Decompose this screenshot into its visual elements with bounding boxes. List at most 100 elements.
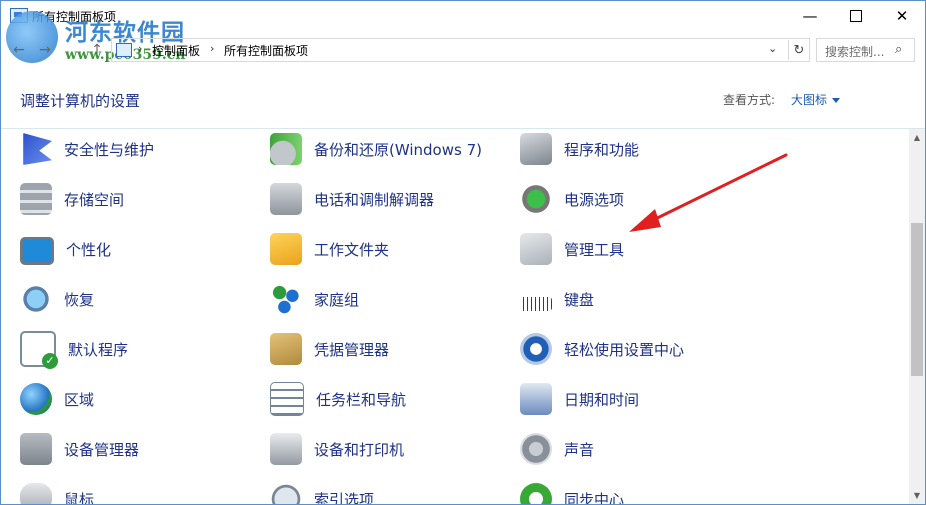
vertical-scrollbar[interactable]: ▲ ▼ [909,129,925,504]
globe-icon [20,383,52,415]
item-date-time[interactable]: 日期和时间 [520,379,760,419]
item-label: 存储空间 [64,190,125,209]
up-button[interactable]: ↑ [87,40,107,60]
item-label: 同步中心 [564,490,625,505]
item-label: 个性化 [66,240,112,259]
accessibility-icon [520,333,552,365]
item-label: 键盘 [564,290,595,309]
item-label: 安全性与维护 [64,140,155,159]
address-control-panel-icon [116,43,132,57]
item-sync-center[interactable]: 同步中心 [520,479,760,504]
scrollbar-thumb[interactable] [911,223,923,376]
sync-icon [520,483,552,504]
monitor-icon [20,237,54,265]
item-recovery[interactable]: 恢复 [20,279,260,319]
power-icon [520,183,552,215]
item-label: 设备和打印机 [314,440,405,459]
device-manager-icon [20,433,52,465]
item-homegroup[interactable]: 家庭组 [270,279,510,319]
item-label: 任务栏和导航 [316,390,407,409]
minimize-icon: — [802,7,818,25]
breadcrumb-separator-icon[interactable]: › [210,42,214,55]
up-arrow-icon: ↑ [91,42,103,58]
search-box[interactable]: 搜索控制... ⌕ [816,38,915,62]
maximize-icon [850,10,862,22]
item-label: 凭据管理器 [314,340,390,359]
item-label: 备份和还原(Windows 7) [314,140,482,159]
scroll-down-button[interactable]: ▼ [909,487,925,504]
refresh-icon: ↻ [793,42,805,58]
datetime-icon [520,383,552,415]
recovery-icon [20,283,52,315]
breadcrumb-control-panel[interactable]: 控制面板 [152,42,200,59]
item-label: 恢复 [64,290,95,309]
item-label: 日期和时间 [564,390,640,409]
backup-icon [270,133,302,165]
scroll-up-button[interactable]: ▲ [909,129,925,146]
item-backup-restore[interactable]: 备份和还原(Windows 7) [270,129,510,169]
close-button[interactable]: ✕ [879,1,925,31]
search-placeholder: 搜索控制... [825,45,885,59]
breadcrumb-separator-icon: › [138,42,143,55]
default-programs-icon [20,331,58,369]
mouse-icon [20,483,52,504]
item-label: 索引选项 [314,490,375,505]
item-ease-of-access[interactable]: 轻松使用设置中心 [520,329,760,369]
address-dropdown-icon[interactable]: ⌄ [768,42,777,55]
item-label: 管理工具 [564,240,625,259]
index-icon [270,483,302,504]
item-keyboard[interactable]: 键盘 [520,279,760,319]
item-label: 设备管理器 [64,440,140,459]
item-personalization[interactable]: 个性化 [20,229,260,269]
flag-icon [23,133,52,165]
control-panel-window: 所有控制面板项 — ✕ 河东软件园 www.pc0359.cn ← → ↑ › … [0,0,926,505]
item-label: 工作文件夹 [314,240,390,259]
search-icon[interactable]: ⌕ [895,42,902,57]
item-label: 家庭组 [314,290,360,309]
item-credential-manager[interactable]: 凭据管理器 [270,329,510,369]
back-button[interactable]: ← [9,40,29,60]
programs-icon [520,133,552,165]
item-devices-printers[interactable]: 设备和打印机 [270,429,510,469]
item-label: 默认程序 [68,340,129,359]
item-label: 电话和调制解调器 [314,190,435,209]
navigation-bar: ← → ↑ › 控制面板 › 所有控制面板项 ⌄ ↻ 搜索控制... ⌕ [1,37,925,63]
folder-icon [270,233,302,265]
item-default-programs[interactable]: 默认程序 [20,329,260,369]
sound-icon [520,433,552,465]
item-storage-spaces[interactable]: 存储空间 [20,179,260,219]
refresh-button[interactable]: ↻ [788,40,809,60]
item-work-folders[interactable]: 工作文件夹 [270,229,510,269]
back-arrow-icon: ← [13,42,25,58]
view-by-label: 查看方式: [723,93,776,107]
item-mouse[interactable]: 鼠标 [20,479,260,504]
item-label: 轻松使用设置中心 [564,340,685,359]
view-by-dropdown[interactable]: 大图标 [791,91,840,108]
taskbar-icon [270,382,304,416]
vault-icon [270,333,302,365]
printer-icon [270,433,302,465]
forward-button[interactable]: → [35,40,55,60]
maximize-button[interactable] [833,1,879,31]
minimize-button[interactable]: — [787,1,833,31]
item-region[interactable]: 区域 [20,379,260,419]
item-label: 声音 [564,440,595,459]
breadcrumb-all-items[interactable]: 所有控制面板项 [224,42,308,59]
item-label: 鼠标 [64,490,95,505]
item-device-manager[interactable]: 设备管理器 [20,429,260,469]
item-indexing-options[interactable]: 索引选项 [270,479,510,504]
item-label: 区域 [64,390,95,409]
storage-icon [20,183,52,215]
item-phone-modem[interactable]: 电话和调制解调器 [270,179,510,219]
forward-arrow-icon: → [39,42,51,58]
admin-tools-icon [520,233,552,265]
item-sound[interactable]: 声音 [520,429,760,469]
scroll-down-icon: ▼ [913,491,921,500]
annotation-arrow [629,153,788,232]
item-taskbar-navigation[interactable]: 任务栏和导航 [270,379,510,419]
item-label: 电源选项 [564,190,625,209]
item-security-maintenance[interactable]: 安全性与维护 [20,129,260,169]
phone-icon [270,183,302,215]
address-bar[interactable]: › 控制面板 › 所有控制面板项 ⌄ ↻ [111,38,810,62]
keyboard-icon [520,296,552,311]
